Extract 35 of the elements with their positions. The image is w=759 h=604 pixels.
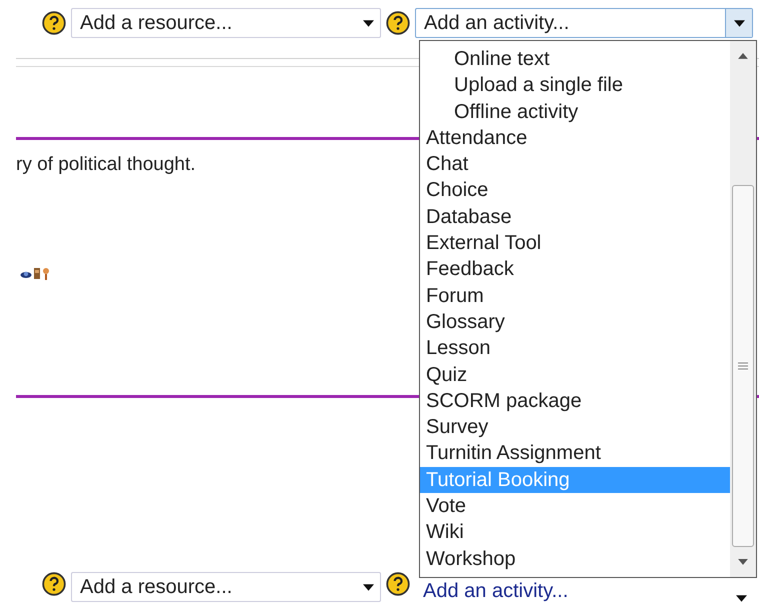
caret-icon[interactable]	[363, 20, 374, 26]
activity-option[interactable]: Survey	[420, 414, 730, 440]
help-icon[interactable]	[42, 572, 66, 596]
activity-option[interactable]: Lesson	[420, 335, 730, 362]
activity-option[interactable]: Choice	[420, 177, 730, 204]
activity-option[interactable]: Online text	[420, 46, 730, 72]
activity-option[interactable]: External Tool	[420, 230, 730, 256]
scroll-down-icon[interactable]	[738, 559, 748, 565]
scrollbar-thumb[interactable]	[732, 184, 754, 548]
activity-option[interactable]: Turnitin Assignment	[420, 440, 730, 467]
help-icon[interactable]	[386, 572, 410, 596]
eye-icon[interactable]	[20, 269, 32, 279]
activity-option[interactable]: Attendance	[420, 124, 730, 152]
activity-option[interactable]: Forum	[420, 282, 730, 309]
activity-option[interactable]: Quiz	[420, 362, 730, 388]
activity-option[interactable]: Wiki	[420, 519, 730, 546]
activity-option[interactable]: Workshop	[420, 546, 730, 572]
help-icon[interactable]	[42, 11, 66, 35]
scrollbar[interactable]	[730, 41, 756, 577]
activity-option[interactable]: Glossary	[420, 308, 730, 336]
caret-icon[interactable]	[734, 20, 744, 26]
resource-select[interactable]: Add a resource...	[71, 8, 381, 38]
activity-option[interactable]: Feedback	[420, 256, 730, 283]
activity-select[interactable]: Add an activity...	[415, 8, 753, 38]
activity-option[interactable]: Vote	[420, 493, 730, 520]
activity-option[interactable]: Offline activity	[420, 98, 730, 125]
activity-option[interactable]: Upload a single file	[420, 72, 730, 99]
activity-option[interactable]: Database	[420, 204, 730, 230]
section-summary-text: ry of political thought.	[16, 154, 196, 176]
caret-icon[interactable]	[736, 595, 747, 602]
caret-icon[interactable]	[363, 584, 374, 590]
activity-option[interactable]: SCORM package	[420, 388, 730, 414]
help-icon[interactable]	[386, 11, 410, 35]
activity-option[interactable]: Chat	[420, 151, 730, 178]
resource-select[interactable]: Add a resource...	[71, 572, 381, 602]
